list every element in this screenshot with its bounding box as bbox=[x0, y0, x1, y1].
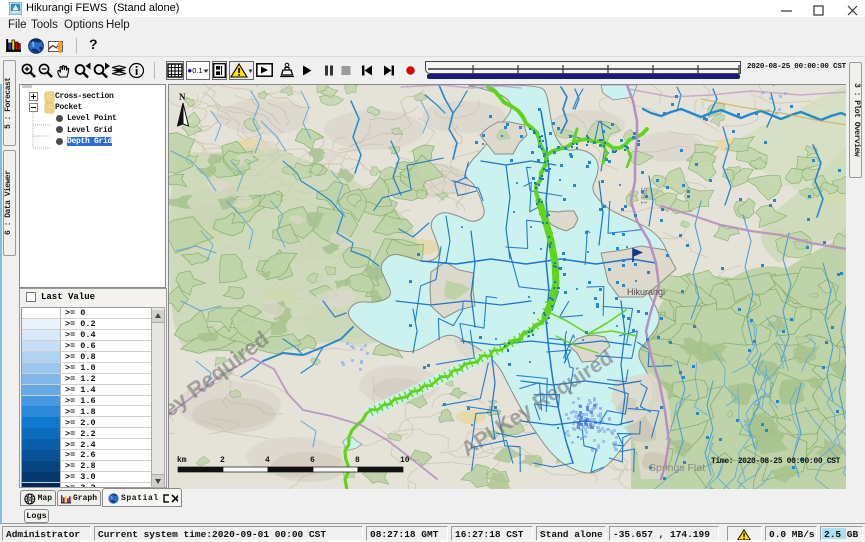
svg-text:6: 6 bbox=[310, 456, 315, 465]
svg-text:km: km bbox=[177, 456, 187, 465]
svg-text:8: 8 bbox=[355, 456, 360, 465]
svg-text:10: 10 bbox=[400, 456, 410, 465]
svg-text:4: 4 bbox=[265, 456, 270, 465]
svg-text:Time: 2020-08-25 00:00:00 CST: Time: 2020-08-25 00:00:00 CST bbox=[711, 457, 841, 466]
svg-text:Springs Flat: Springs Flat bbox=[649, 462, 705, 474]
svg-text:2: 2 bbox=[220, 456, 225, 465]
svg-text:N: N bbox=[179, 92, 186, 102]
svg-text:Hikurangi: Hikurangi bbox=[627, 287, 665, 297]
